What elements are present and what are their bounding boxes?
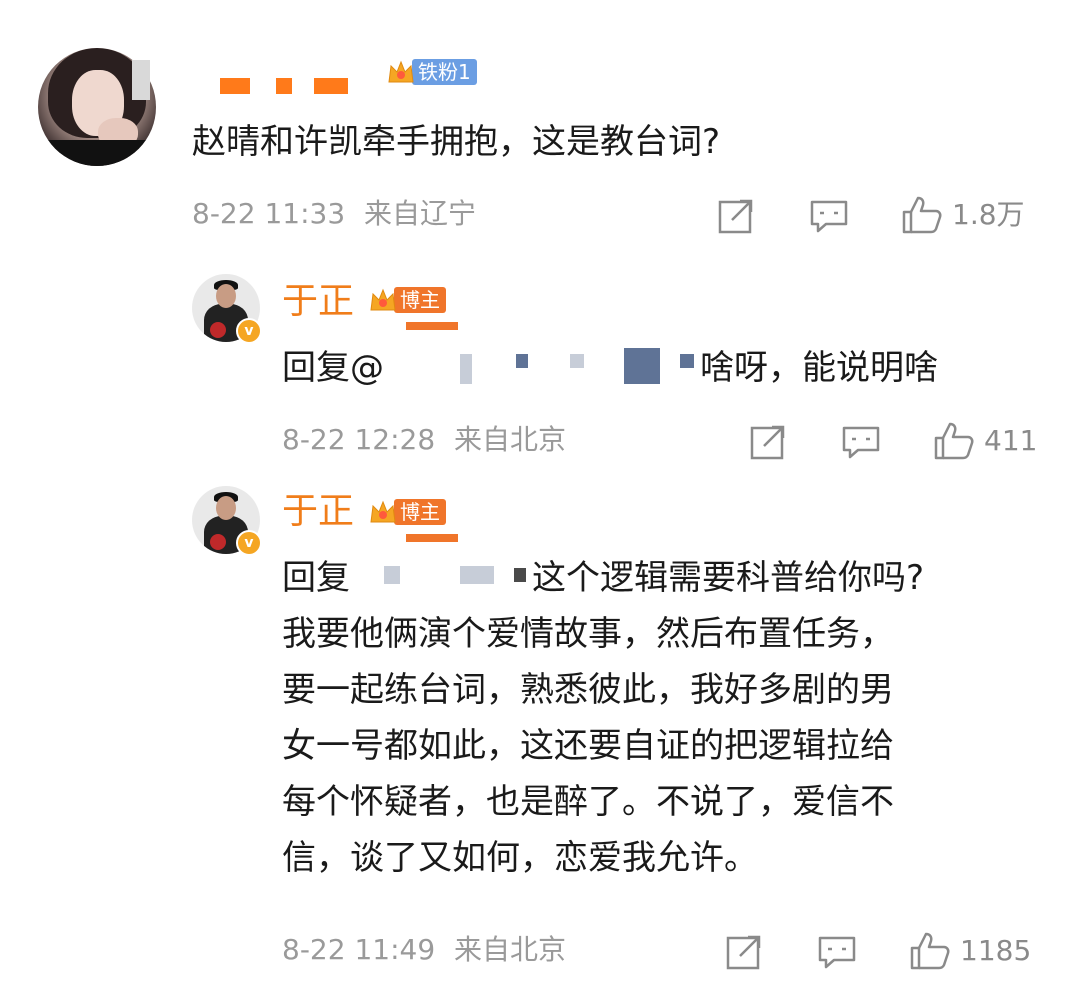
comment-icon [840,422,882,462]
like-button[interactable]: 1185 [908,930,1031,972]
like-count: 1.8万 [952,198,1025,231]
crown-icon [386,58,416,86]
redacted-mention [516,354,528,368]
comment-button[interactable] [816,932,858,972]
author-badge-label: 博主 [394,287,446,313]
fan-badge[interactable]: 铁粉1 [386,58,477,86]
share-icon [748,422,788,462]
avatar-head [216,496,236,520]
reply-author-name[interactable]: 于正 [282,492,354,532]
redacted-mention [624,348,660,384]
redacted-mention [384,566,400,584]
author-badge[interactable]: 博主 [368,286,446,314]
reply-line-2: 我要他俩演个爱情故事，然后布置任务， [282,614,894,654]
share-button[interactable] [724,932,764,972]
reply-location: 来自北京 [454,933,567,966]
reply-prefix: 回复@ [282,348,384,388]
like-button[interactable]: 1.8万 [900,194,1025,236]
fan-badge-label: 铁粉1 [412,59,477,85]
reply-line-3: 要一起练台词，熟悉彼此，我好多剧的男 [282,670,894,710]
redacted-mention [570,354,584,368]
reply-author-name[interactable]: 于正 [282,282,354,322]
comment-icon [808,196,850,236]
redacted-mention [460,566,494,584]
like-icon [908,930,952,972]
reply-prefix: 回复 [282,558,350,598]
comment-button[interactable] [808,196,850,236]
reply-line-4: 女一号都如此，这还要自证的把逻辑拉给 [282,726,894,766]
like-icon [932,420,976,462]
avatar-detail [210,534,226,550]
comment-button[interactable] [840,422,882,462]
crown-icon [368,286,398,314]
badge-underline [406,534,458,542]
author-badge[interactable]: 博主 [368,498,446,526]
like-count: 1185 [960,934,1032,967]
commenter-name-redacted[interactable] [276,78,292,94]
avatar-shirt [38,140,156,166]
commenter-name-redacted[interactable] [314,78,348,94]
reply-text-tail: 啥呀，能说明啥 [700,348,938,388]
reply-line-5: 每个怀疑者，也是醉了。不说了，爱信不 [282,782,894,822]
commenter-name-redacted[interactable] [220,78,250,94]
badge-underline [406,322,458,330]
comment-timestamp: 8-22 11:33 来自辽宁 [192,198,476,230]
reply-timestamp: 8-22 12:28 来自北京 [282,424,566,456]
reply-text: 回复@ [282,342,384,394]
author-badge-label: 博主 [394,499,446,525]
reply-date: 8-22 11:49 [282,933,436,966]
reply-date: 8-22 12:28 [282,423,436,456]
redacted-mention [514,568,526,582]
redacted-mention [680,354,694,368]
comment-text: 赵晴和许凯牵手拥抱，这是教台词? [192,122,721,162]
avatar-detail [210,322,226,338]
like-button[interactable]: 411 [932,420,1037,462]
share-icon [724,932,764,972]
avatar-head [216,284,236,308]
redacted-mention [460,354,472,384]
comment-icon [816,932,858,972]
share-button[interactable] [716,196,756,236]
reply-timestamp: 8-22 11:49 来自北京 [282,934,566,966]
comment-location: 来自辽宁 [364,197,477,230]
reply-location: 来自北京 [454,423,567,456]
verified-icon: v [236,318,262,344]
comment-date: 8-22 11:33 [192,197,346,230]
reply-line-6: 信，谈了又如何，恋爱我允许。 [282,838,758,878]
like-count: 411 [984,424,1038,457]
crown-icon [368,498,398,526]
reply-line-1: 这个逻辑需要科普给你吗? [532,558,925,598]
share-button[interactable] [748,422,788,462]
redacted-mosaic [132,60,150,100]
share-icon [716,196,756,236]
verified-icon: v [236,530,262,556]
like-icon [900,194,944,236]
